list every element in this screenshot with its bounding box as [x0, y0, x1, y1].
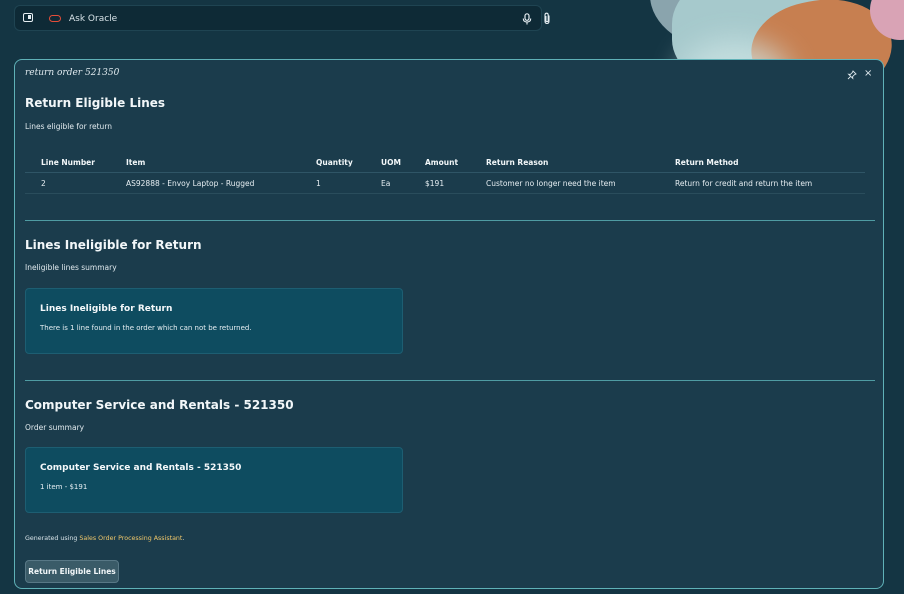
close-icon[interactable]: ×	[864, 69, 872, 79]
cell-amount: $191	[425, 179, 445, 188]
section-subtitle-eligible: Lines eligible for return	[25, 122, 113, 131]
panel-title: return order 521350	[25, 68, 120, 78]
cell-return-reason: Customer no longer need the item	[486, 179, 616, 188]
section-subtitle-order: Order summary	[25, 423, 85, 432]
oracle-logo-icon	[49, 15, 61, 22]
sidebar-toggle-icon[interactable]	[23, 13, 33, 22]
ask-oracle-bar	[14, 5, 550, 31]
card-body: 1 item - $191	[40, 483, 88, 491]
cell-item: AS92888 - Envoy Laptop - Rugged	[126, 179, 255, 188]
column-header-uom: UOM	[381, 158, 401, 167]
ask-oracle-input[interactable]	[69, 10, 489, 27]
table-row: 2 AS92888 - Envoy Laptop - Rugged 1 Ea $…	[25, 173, 865, 194]
generated-suffix: .	[182, 535, 185, 542]
generated-prefix: Generated using	[25, 535, 80, 542]
column-header-return-reason: Return Reason	[486, 158, 549, 167]
assistant-link[interactable]: Sales Order Processing Assistant	[79, 535, 182, 542]
card-title: Lines Ineligible for Return	[40, 304, 173, 314]
microphone-icon[interactable]	[522, 13, 532, 25]
section-title-order: Computer Service and Rentals - 521350	[25, 398, 294, 412]
order-summary-card: Computer Service and Rentals - 521350 1 …	[25, 447, 403, 513]
response-panel: return order 521350 × Return Eligible Li…	[14, 59, 884, 589]
column-header-return-method: Return Method	[675, 158, 739, 167]
cell-uom: Ea	[381, 179, 391, 188]
column-header-amount: Amount	[425, 158, 459, 167]
column-header-line-number: Line Number	[41, 158, 95, 167]
cell-return-method: Return for credit and return the item	[675, 179, 813, 188]
cell-line-number: 2	[41, 179, 46, 188]
section-title-eligible: Return Eligible Lines	[25, 96, 166, 110]
cell-quantity: 1	[316, 179, 321, 188]
section-title-ineligible: Lines Ineligible for Return	[25, 238, 202, 252]
section-divider	[25, 380, 875, 381]
eligible-lines-table: Line Number Item Quantity UOM Amount Ret…	[25, 152, 865, 194]
pin-icon[interactable]	[847, 70, 857, 80]
column-header-quantity: Quantity	[316, 158, 353, 167]
card-body: There is 1 line found in the order which…	[40, 324, 252, 332]
generated-by-note: Generated using Sales Order Processing A…	[25, 535, 184, 542]
card-title: Computer Service and Rentals - 521350	[40, 463, 242, 473]
ineligible-summary-card: Lines Ineligible for Return There is 1 l…	[25, 288, 403, 354]
section-subtitle-ineligible: Ineligible lines summary	[25, 263, 117, 272]
return-eligible-lines-button[interactable]: Return Eligible Lines	[25, 560, 119, 583]
decorative-shape	[650, 0, 800, 50]
decorative-shape	[870, 0, 904, 40]
column-header-item: Item	[126, 158, 146, 167]
paperclip-icon[interactable]	[542, 12, 552, 25]
table-header-row: Line Number Item Quantity UOM Amount Ret…	[25, 152, 865, 173]
section-divider	[25, 220, 875, 221]
